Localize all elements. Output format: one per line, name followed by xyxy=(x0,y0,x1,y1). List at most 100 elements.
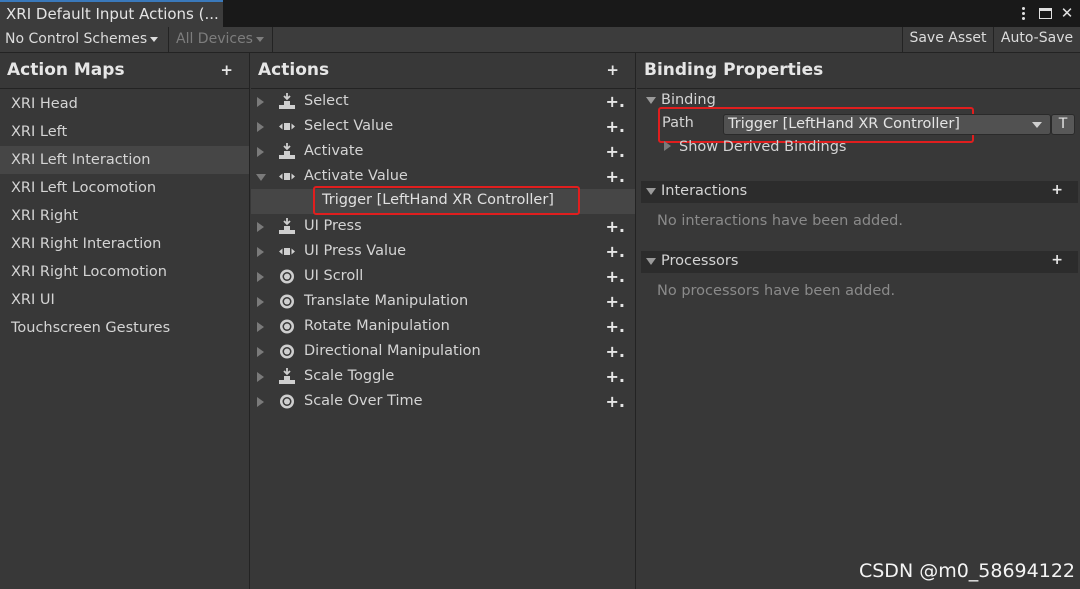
foldout-arrow-icon[interactable] xyxy=(257,97,264,107)
control-scheme-dropdown[interactable]: No Control Schemes xyxy=(0,27,167,52)
add-binding-button[interactable]: +. xyxy=(606,314,625,339)
add-binding-button[interactable]: +. xyxy=(606,114,625,139)
processors-empty-message: No processors have been added. xyxy=(657,283,896,299)
control-scheme-label: No Control Schemes xyxy=(5,31,148,47)
add-binding-button[interactable]: +. xyxy=(606,214,625,239)
foldout-arrow-icon[interactable] xyxy=(257,297,264,307)
action-item[interactable]: Select +. xyxy=(251,89,635,114)
add-binding-button[interactable]: +. xyxy=(606,339,625,364)
passthrough-action-icon xyxy=(278,393,296,410)
foldout-arrow-icon[interactable] xyxy=(257,272,264,282)
binding-row[interactable]: Trigger [LeftHand XR Controller] xyxy=(251,186,635,215)
action-maps-header: Action Maps + xyxy=(0,53,249,89)
foldout-arrow-icon[interactable] xyxy=(257,147,264,157)
foldout-arrow-icon[interactable] xyxy=(257,372,264,382)
add-binding-button[interactable]: +. xyxy=(606,389,625,414)
add-action-button[interactable]: + xyxy=(606,53,619,88)
save-asset-button[interactable]: Save Asset xyxy=(903,27,993,52)
action-item[interactable]: UI Press +. xyxy=(251,214,635,239)
action-label: Select xyxy=(304,93,349,109)
action-label: Scale Toggle xyxy=(304,368,395,384)
foldout-arrow-icon xyxy=(664,141,671,151)
action-label: UI Scroll xyxy=(304,268,364,284)
add-binding-button[interactable]: +. xyxy=(606,264,625,289)
interactions-title: Interactions xyxy=(661,183,748,199)
toolbar-divider xyxy=(168,27,169,52)
action-item[interactable]: Directional Manipulation +. xyxy=(251,339,635,364)
action-item[interactable]: Translate Manipulation +. xyxy=(251,289,635,314)
add-interaction-button[interactable]: + xyxy=(1051,180,1063,201)
foldout-arrow-icon[interactable] xyxy=(257,397,264,407)
binding-properties-title: Binding Properties xyxy=(644,60,824,80)
passthrough-action-icon xyxy=(278,293,296,310)
foldout-arrow-icon[interactable] xyxy=(257,222,264,232)
actions-list: Select +. Select Value +. Activate +. Activate… xyxy=(251,89,635,414)
action-item[interactable]: Activate +. xyxy=(251,139,635,164)
foldout-arrow-icon[interactable] xyxy=(256,174,266,181)
interactions-empty-message: No interactions have been added. xyxy=(657,213,903,229)
button-action-icon xyxy=(278,368,296,385)
watermark: CSDN @m0_58694122 xyxy=(858,560,1075,582)
action-item[interactable]: Select Value +. xyxy=(251,114,635,139)
foldout-arrow-icon[interactable] xyxy=(257,247,264,257)
action-map-item[interactable]: XRI Head xyxy=(0,90,249,118)
passthrough-action-icon xyxy=(278,318,296,335)
actions-panel: Actions + Select +. Select Value +. Activate… xyxy=(251,53,636,589)
window-tab[interactable]: XRI Default Input Actions (... xyxy=(0,0,223,27)
path-dropdown[interactable]: Trigger [LeftHand XR Controller] xyxy=(723,114,1051,135)
action-map-item[interactable]: XRI Left Locomotion xyxy=(0,174,249,202)
action-map-item[interactable]: XRI Right Locomotion xyxy=(0,258,249,286)
kebab-menu-icon[interactable] xyxy=(1016,5,1030,21)
binding-properties-header: Binding Properties xyxy=(637,53,1080,89)
devices-dropdown[interactable]: All Devices xyxy=(171,27,271,52)
show-derived-label: Show Derived Bindings xyxy=(679,139,847,155)
action-label: UI Press Value xyxy=(304,243,407,259)
action-label: Activate xyxy=(304,143,364,159)
foldout-arrow-icon[interactable] xyxy=(257,322,264,332)
show-derived-bindings-foldout[interactable]: Show Derived Bindings xyxy=(664,139,846,155)
foldout-arrow-icon[interactable] xyxy=(257,122,264,132)
action-map-item[interactable]: Touchscreen Gestures xyxy=(0,314,249,342)
action-label: UI Press xyxy=(304,218,362,234)
value-action-icon xyxy=(278,118,296,135)
add-binding-button[interactable]: +. xyxy=(606,239,625,264)
action-maps-list: XRI Head XRI Left XRI Left Interaction XRI … xyxy=(0,89,249,342)
path-label: Path xyxy=(662,115,694,131)
text-mode-button[interactable]: T xyxy=(1051,114,1075,135)
actions-header: Actions + xyxy=(251,53,635,89)
add-binding-button[interactable]: +. xyxy=(606,139,625,164)
action-item[interactable]: Scale Over Time +. xyxy=(251,389,635,414)
add-binding-button[interactable]: +. xyxy=(606,289,625,314)
button-action-icon xyxy=(278,143,296,160)
action-map-item[interactable]: XRI Right xyxy=(0,202,249,230)
action-item[interactable]: Scale Toggle +. xyxy=(251,364,635,389)
add-processor-button[interactable]: + xyxy=(1051,250,1063,271)
add-action-map-button[interactable]: + xyxy=(220,53,233,88)
button-action-icon xyxy=(278,218,296,235)
add-binding-button[interactable]: +. xyxy=(606,89,625,114)
foldout-arrow-icon[interactable] xyxy=(257,347,264,357)
binding-properties-panel: Binding Properties Binding Path Trigger … xyxy=(637,53,1080,589)
action-map-item[interactable]: XRI Right Interaction xyxy=(0,230,249,258)
action-label: Select Value xyxy=(304,118,394,134)
processors-section-header[interactable]: Processors + xyxy=(641,251,1078,273)
close-icon[interactable]: ✕ xyxy=(1060,4,1074,22)
actions-title: Actions xyxy=(258,60,330,80)
action-label: Rotate Manipulation xyxy=(304,318,450,334)
button-action-icon xyxy=(278,93,296,110)
action-map-item[interactable]: XRI UI xyxy=(0,286,249,314)
binding-label: Trigger [LeftHand XR Controller] xyxy=(313,186,580,215)
action-item[interactable]: Rotate Manipulation +. xyxy=(251,314,635,339)
action-item[interactable]: UI Press Value +. xyxy=(251,239,635,264)
maximize-icon[interactable] xyxy=(1038,5,1052,21)
add-binding-button[interactable]: +. xyxy=(606,164,625,189)
action-label: Scale Over Time xyxy=(304,393,423,409)
add-binding-button[interactable]: +. xyxy=(606,364,625,389)
action-label: Directional Manipulation xyxy=(304,343,481,359)
action-item[interactable]: UI Scroll +. xyxy=(251,264,635,289)
interactions-section-header[interactable]: Interactions + xyxy=(641,181,1078,203)
auto-save-toggle[interactable]: Auto-Save xyxy=(994,27,1080,52)
passthrough-action-icon xyxy=(278,268,296,285)
action-map-item[interactable]: XRI Left xyxy=(0,118,249,146)
action-map-item[interactable]: XRI Left Interaction xyxy=(0,146,249,174)
